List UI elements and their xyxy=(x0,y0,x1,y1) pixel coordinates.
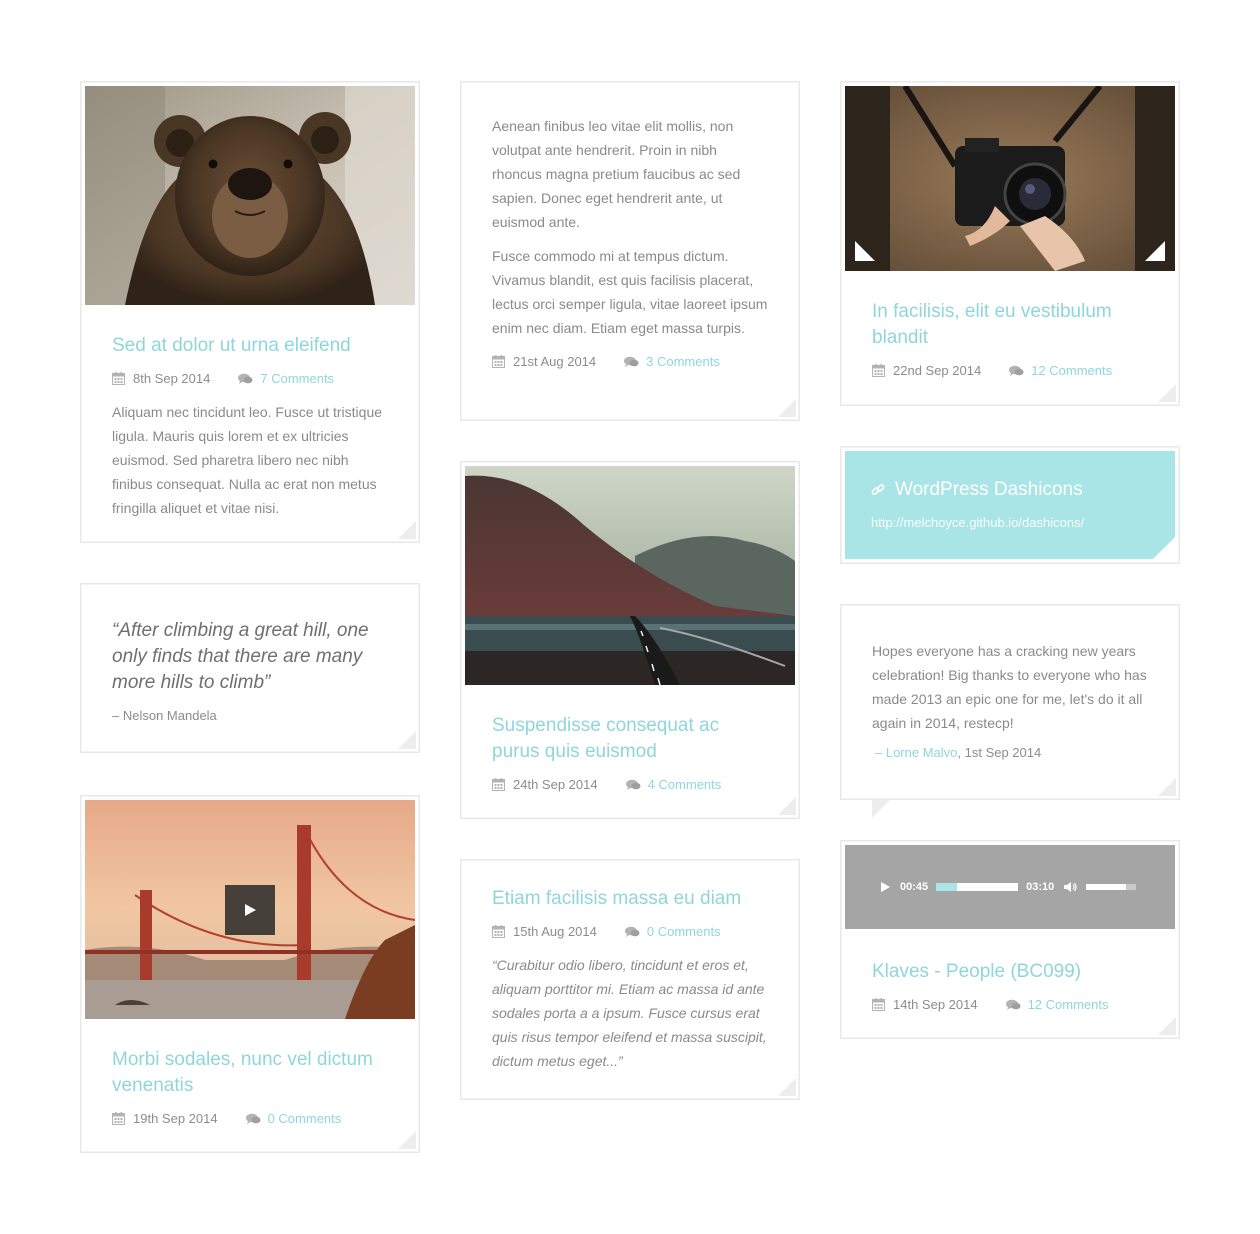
post-card-link: WordPress Dashicons http://melchoyce.git… xyxy=(840,446,1180,564)
corner-fold xyxy=(1158,1017,1176,1035)
post-card-camera: In facilisis, elit eu vestibulum blandit… xyxy=(840,81,1180,406)
corner-fold xyxy=(398,1131,416,1149)
calendar-icon xyxy=(112,372,125,385)
audio-current-time: 00:45 xyxy=(900,881,929,893)
quote-text: “After climbing a great hill, one only f… xyxy=(112,620,369,693)
comments-icon xyxy=(1009,365,1024,377)
post-card-status: Hopes everyone has a cracking new years … xyxy=(840,604,1180,800)
link-url[interactable]: http://melchoyce.github.io/dashicons/ xyxy=(871,515,1149,530)
corner-fold xyxy=(1153,537,1175,559)
post-paragraph-2: Fusce commodo mi at tempus dictum. Vivam… xyxy=(492,248,768,336)
post-date: 8th Sep 2014 xyxy=(133,371,211,386)
audio-duration: 03:10 xyxy=(1026,881,1055,893)
post-quote-excerpt: “Curabitur odio libero, tincidunt et ero… xyxy=(492,957,767,1069)
play-button[interactable] xyxy=(225,885,275,935)
corner-fold xyxy=(778,399,796,417)
audio-progress-bar[interactable] xyxy=(936,883,1019,891)
post-date: 14th Sep 2014 xyxy=(893,997,978,1012)
post-meta: 8th Sep 2014 7 Comments xyxy=(112,371,388,386)
post-title[interactable]: Morbi sodales, nunc vel dictum venenatis xyxy=(112,1047,388,1099)
post-card-etiam: Etiam facilisis massa eu diam 15th Aug 2… xyxy=(460,859,800,1100)
corner-fold xyxy=(1158,778,1176,796)
post-meta: 22nd Sep 2014 12 Comments xyxy=(872,363,1148,378)
post-meta: 24th Sep 2014 4 Comments xyxy=(492,777,768,792)
corner-fold xyxy=(398,521,416,539)
comments-link[interactable]: 4 Comments xyxy=(648,777,722,792)
link-box[interactable]: WordPress Dashicons http://melchoyce.git… xyxy=(845,451,1175,559)
audio-player: 00:45 03:10 xyxy=(845,845,1175,929)
volume-icon[interactable] xyxy=(1064,881,1078,893)
comments-link[interactable]: 12 Comments xyxy=(1031,363,1112,378)
post-card-audio: 00:45 03:10 Klaves - People (BC099) 14th… xyxy=(840,840,1180,1039)
comments-icon xyxy=(1006,999,1021,1011)
post-date: 22nd Sep 2014 xyxy=(893,363,982,378)
corner-fold xyxy=(398,731,416,749)
post-meta: 14th Sep 2014 12 Comments xyxy=(872,997,1148,1012)
post-date: 21st Aug 2014 xyxy=(513,354,597,369)
post-image[interactable] xyxy=(85,86,415,305)
comments-icon xyxy=(238,373,253,385)
post-date: 24th Sep 2014 xyxy=(513,777,598,792)
post-date: 15th Aug 2014 xyxy=(513,924,597,939)
calendar-icon xyxy=(492,778,505,791)
post-title[interactable]: Etiam facilisis massa eu diam xyxy=(492,886,768,912)
post-title[interactable]: Klaves - People (BC099) xyxy=(872,959,1148,985)
volume-fill xyxy=(1086,884,1127,890)
link-title[interactable]: WordPress Dashicons xyxy=(895,479,1083,501)
comments-link[interactable]: 12 Comments xyxy=(1028,997,1109,1012)
play-icon xyxy=(245,904,256,916)
post-card-bear: Sed at dolor ut urna eleifend 8th Sep 20… xyxy=(80,81,420,543)
link-icon xyxy=(871,484,885,495)
post-title[interactable]: In facilisis, elit eu vestibulum blandit xyxy=(872,299,1148,351)
corner-fold xyxy=(778,1078,796,1096)
comments-link[interactable]: 3 Comments xyxy=(646,354,720,369)
post-title[interactable]: Sed at dolor ut urna eleifend xyxy=(112,333,388,359)
post-card-text: Aenean finibus leo vitae elit mollis, no… xyxy=(460,81,800,421)
comments-icon xyxy=(625,926,640,938)
corner-fold xyxy=(1158,384,1176,402)
post-title[interactable]: Suspendisse consequat ac purus quis euis… xyxy=(492,713,768,765)
post-excerpt: Aliquam nec tincidunt leo. Fusce ut tris… xyxy=(112,404,383,516)
calendar-icon xyxy=(492,925,505,938)
comments-link[interactable]: 0 Comments xyxy=(268,1111,342,1126)
post-meta: 21st Aug 2014 3 Comments xyxy=(492,354,768,369)
comments-icon xyxy=(626,779,641,791)
post-image[interactable] xyxy=(465,466,795,685)
audio-play-icon[interactable] xyxy=(880,882,890,892)
comments-icon xyxy=(246,1113,261,1125)
status-speech-tail xyxy=(872,800,890,818)
bear-photo-icon xyxy=(85,86,415,305)
post-card-quote: “After climbing a great hill, one only f… xyxy=(80,583,420,753)
comments-link[interactable]: 7 Comments xyxy=(260,371,334,386)
calendar-icon xyxy=(492,355,505,368)
post-card-road: Suspendisse consequat ac purus quis euis… xyxy=(460,461,800,819)
post-paragraph-1: Aenean finibus leo vitae elit mollis, no… xyxy=(492,118,741,230)
volume-slider[interactable] xyxy=(1086,884,1137,890)
quote-author: – Nelson Mandela xyxy=(112,708,217,723)
status-date: , 1st Sep 2014 xyxy=(957,745,1042,760)
post-card-video: Morbi sodales, nunc vel dictum venenatis… xyxy=(80,795,420,1153)
calendar-icon xyxy=(872,998,885,1011)
post-gallery[interactable] xyxy=(845,86,1175,271)
calendar-icon xyxy=(872,364,885,377)
status-author-link[interactable]: Lorne Malvo xyxy=(886,745,958,760)
camera-photo-icon xyxy=(845,86,1175,271)
link-title-row: WordPress Dashicons xyxy=(871,479,1149,501)
corner-fold xyxy=(778,797,796,815)
post-video[interactable] xyxy=(85,800,415,1019)
status-attribution: – Lorne Malvo, 1st Sep 2014 xyxy=(872,745,1148,760)
calendar-icon xyxy=(112,1112,125,1125)
comments-link[interactable]: 0 Comments xyxy=(647,924,721,939)
post-date: 19th Sep 2014 xyxy=(133,1111,218,1126)
audio-progress-fill xyxy=(936,883,957,891)
mountain-road-photo-icon xyxy=(465,466,795,685)
comments-icon xyxy=(624,356,639,368)
status-dash: – xyxy=(875,745,886,760)
status-text: Hopes everyone has a cracking new years … xyxy=(872,643,1147,731)
post-meta: 15th Aug 2014 0 Comments xyxy=(492,924,768,939)
post-meta: 19th Sep 2014 0 Comments xyxy=(112,1111,388,1126)
